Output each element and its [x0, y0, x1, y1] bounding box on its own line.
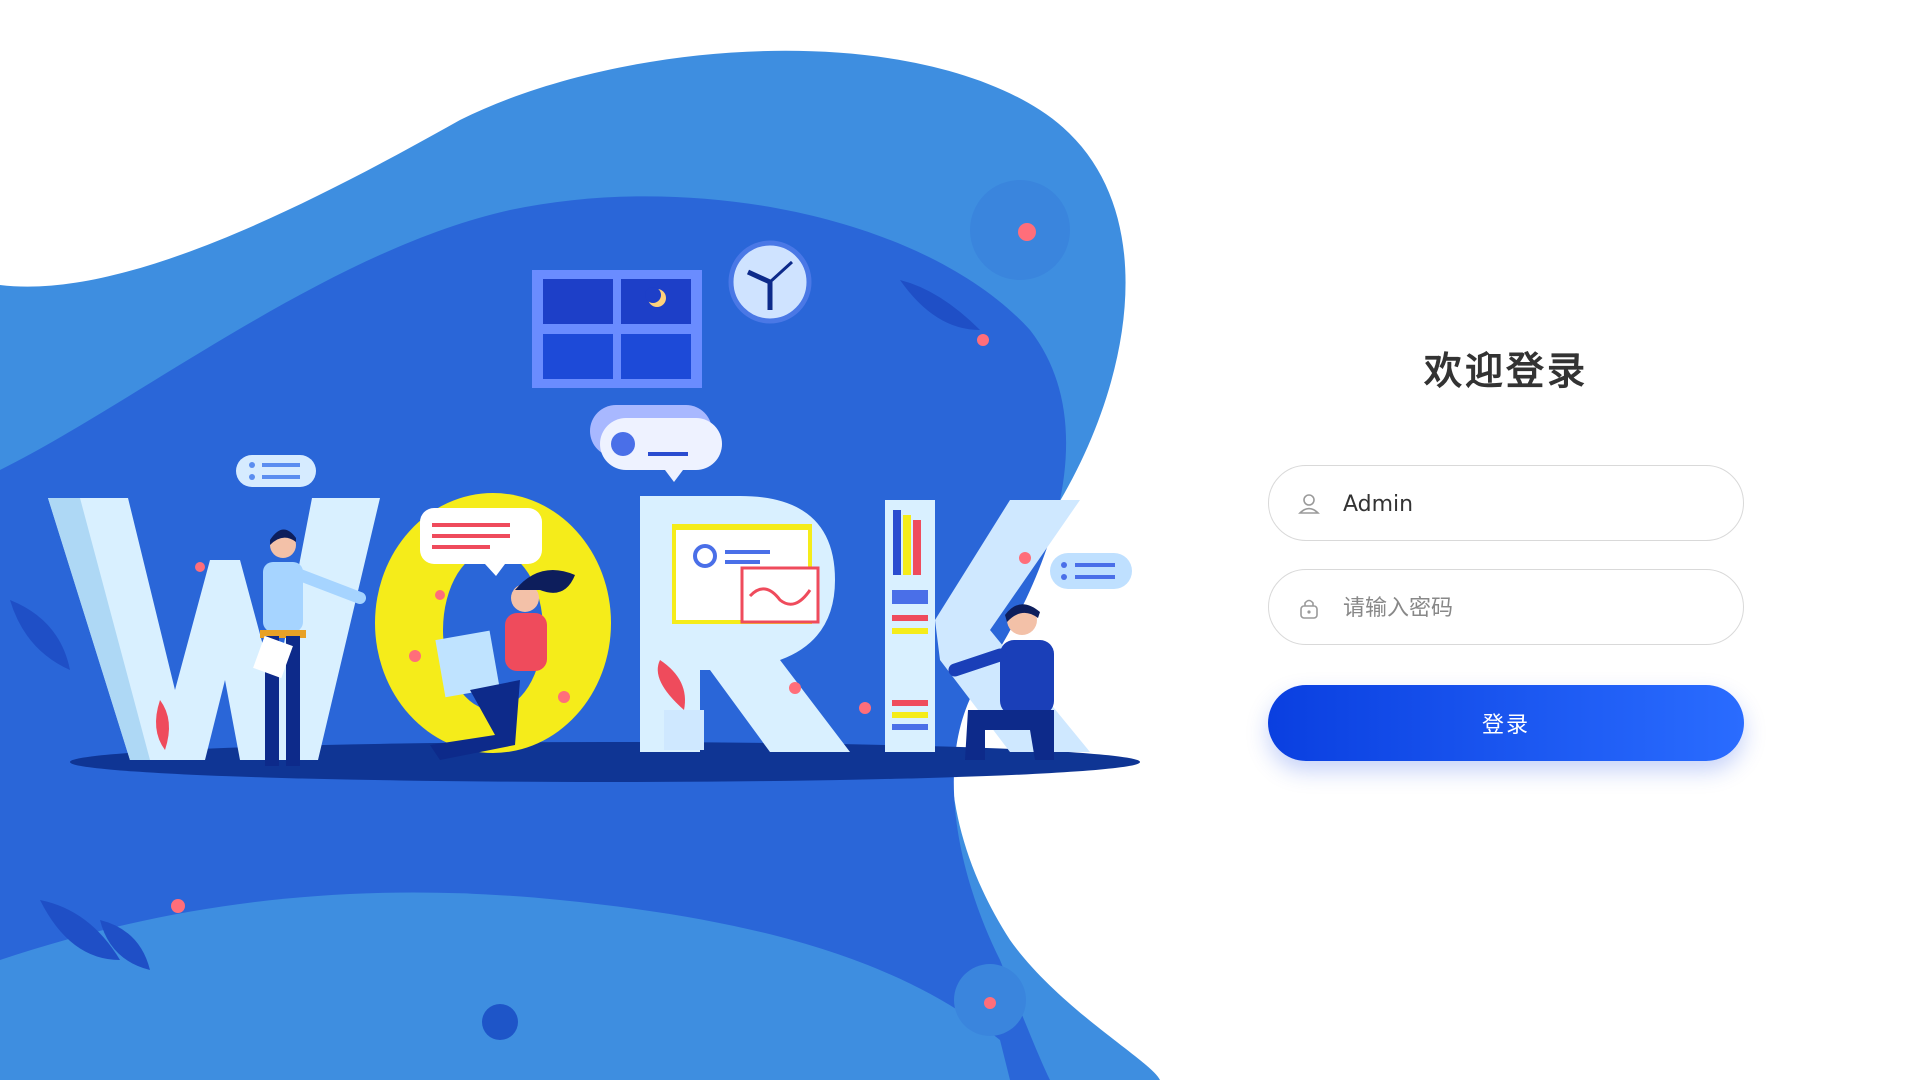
username-field[interactable] — [1268, 465, 1744, 542]
login-panel: 欢迎登录 登录 — [1268, 340, 1744, 761]
password-input[interactable] — [1341, 570, 1725, 646]
work-illustration — [0, 50, 1160, 1080]
bookshelf-drawing — [885, 500, 935, 752]
decor-circle — [482, 1004, 518, 1040]
login-title: 欢迎登录 — [1423, 349, 1588, 393]
user-icon — [1298, 494, 1320, 514]
window-drawing — [532, 270, 702, 388]
password-field[interactable] — [1268, 569, 1744, 646]
chat-bubble-drawing — [1050, 553, 1132, 589]
login-button[interactable]: 登录 — [1268, 685, 1744, 761]
chat-bubble-drawing — [236, 455, 316, 487]
username-input[interactable] — [1341, 466, 1725, 542]
lock-icon — [1300, 599, 1318, 619]
clock-drawing — [728, 240, 812, 324]
dashboard-drawing — [672, 524, 820, 624]
